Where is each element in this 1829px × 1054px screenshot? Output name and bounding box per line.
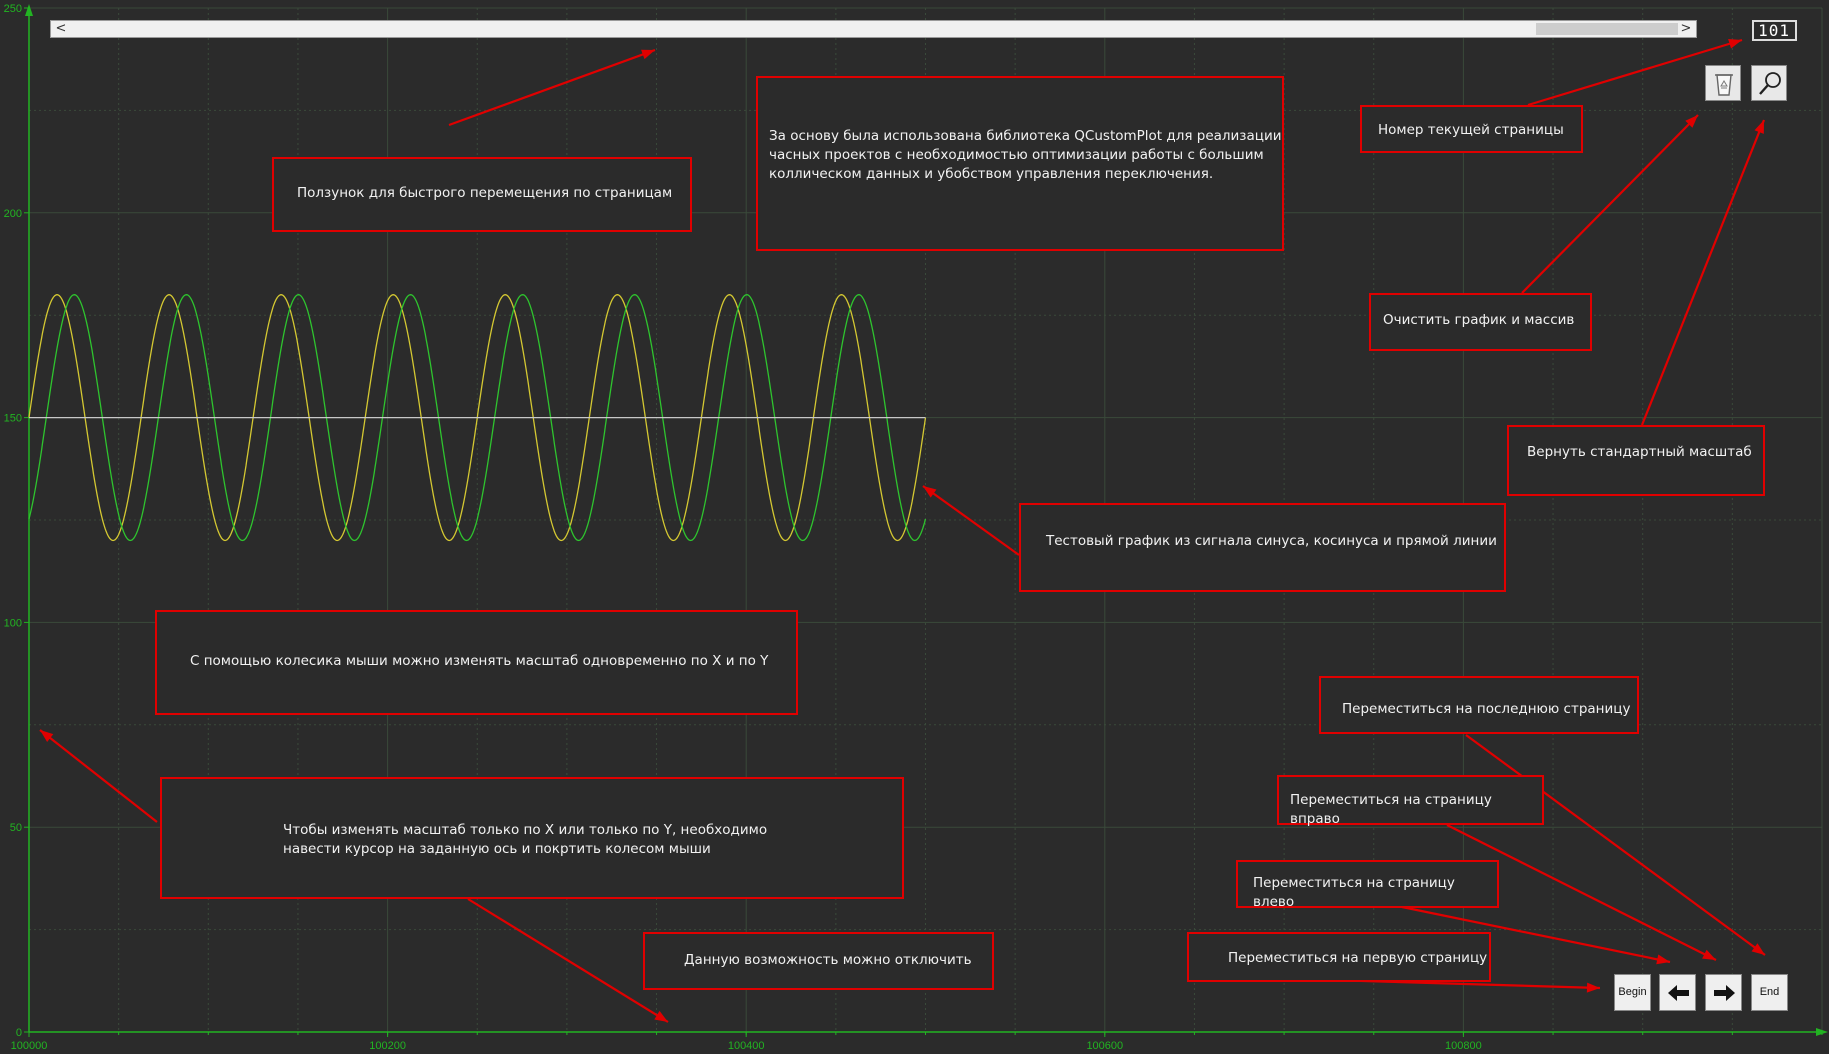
annotation-arrowhead	[1586, 982, 1600, 993]
annotation-page-right: Переместиться на страницу вправо	[1277, 775, 1544, 827]
annotation-first-page: Переместиться на первую страницу	[1187, 932, 1491, 982]
annotation-arrowhead	[923, 486, 937, 498]
page-slider[interactable]: < >	[50, 20, 1697, 38]
y-tick-label: 50	[10, 822, 22, 834]
annotation-slider: Ползунок для быстрого перемещения по стр…	[272, 157, 692, 232]
annotation-wheel-zoom: С помощью колесика мыши можно изменять м…	[155, 610, 798, 715]
annotation-last-page: Переместиться на последнюю страницу	[1319, 676, 1639, 734]
begin-button[interactable]: Begin	[1614, 974, 1651, 1011]
annotation-arrowhead	[1702, 949, 1716, 960]
y-axis-arrowhead	[25, 4, 33, 16]
annotation-reset-zoom-text: Вернуть стандартный масштаб	[1527, 444, 1752, 460]
annotation-disable: Данную возможность можно отключить	[643, 932, 994, 990]
slider-thumb[interactable]	[1536, 23, 1678, 35]
x-tick-label: 100600	[1086, 1040, 1123, 1052]
annotation-arrowhead	[654, 1010, 668, 1022]
y-tick-label: 200	[4, 208, 22, 220]
y-tick-label: 100	[4, 617, 22, 629]
x-tick-label: 100800	[1445, 1040, 1482, 1052]
annotation-last-page-text: Переместиться на последнюю страницу	[1342, 701, 1631, 717]
annotation-clear: Очистить график и массив	[1369, 293, 1592, 351]
next-page-button[interactable]	[1705, 974, 1742, 1011]
annotation-disable-text: Данную возможность можно отключить	[684, 952, 972, 968]
annotation-clear-text: Очистить график и массив	[1383, 312, 1575, 328]
y-tick-label: 150	[4, 413, 22, 425]
annotation-page-number: Номер текущей страницы	[1360, 105, 1583, 153]
annotation-page-right-text: Переместиться на страницу вправо	[1290, 792, 1492, 827]
page-number-display: 101	[1752, 20, 1797, 41]
annotation-test-graph: Тестовый график из сигнала синуса, косин…	[1019, 503, 1506, 592]
annotation-arrowhead	[1751, 943, 1765, 955]
annotation-arrow-line	[39, 729, 158, 823]
y-tick-label: 250	[4, 3, 22, 15]
slider-left-arrow[interactable]: <	[53, 21, 69, 37]
annotation-arrow-line	[1640, 119, 1766, 426]
annotation-arrow-line	[1465, 734, 1766, 956]
prev-page-button[interactable]	[1659, 974, 1696, 1011]
end-button[interactable]: End	[1751, 974, 1788, 1011]
annotation-arrowhead	[1656, 954, 1670, 965]
annotation-axis-zoom: Чтобы изменять масштаб только по X или т…	[160, 777, 904, 899]
annotation-arrowhead	[641, 49, 655, 60]
annotation-first-page-text: Переместиться на первую страницу	[1228, 950, 1488, 966]
annotation-page-left-text: Переместиться на страницу влево	[1253, 875, 1455, 910]
x-tick-label: 100400	[728, 1040, 765, 1052]
magnifier-icon	[1759, 72, 1781, 95]
x-tick-label: 100200	[369, 1040, 406, 1052]
annotation-axis-zoom-text: Чтобы изменять масштаб только по X или т…	[283, 822, 768, 857]
annotation-slider-text: Ползунок для быстрого перемещения по стр…	[297, 185, 673, 201]
annotation-wheel-zoom-text: С помощью колесика мыши можно изменять м…	[190, 653, 769, 669]
annotation-page-left: Переместиться на страницу влево	[1236, 860, 1499, 910]
clear-button[interactable]	[1705, 65, 1741, 101]
annotation-arrowhead	[1728, 38, 1742, 49]
annotation-library-text: За основу была использована библиотека Q…	[769, 128, 1282, 182]
annotation-arrow-line	[467, 898, 669, 1023]
slider-right-arrow[interactable]: >	[1678, 21, 1694, 37]
annotation-arrowhead	[1754, 120, 1764, 134]
y-tick-label: 0	[16, 1027, 22, 1039]
trash-recycle-icon	[1715, 74, 1733, 96]
annotation-arrow-line	[448, 48, 656, 127]
annotation-page-number-text: Номер текущей страницы	[1378, 122, 1564, 138]
x-tick-label: 100000	[11, 1040, 48, 1052]
annotation-reset-zoom: Вернуть стандартный масштаб	[1507, 425, 1765, 496]
annotation-test-graph-text: Тестовый график из сигнала синуса, косин…	[1046, 533, 1497, 549]
arrow-left-icon	[1668, 985, 1689, 1001]
arrow-right-icon	[1714, 985, 1735, 1001]
annotation-library: За основу была использована библиотека Q…	[756, 76, 1284, 251]
reset-zoom-button[interactable]	[1751, 65, 1787, 101]
